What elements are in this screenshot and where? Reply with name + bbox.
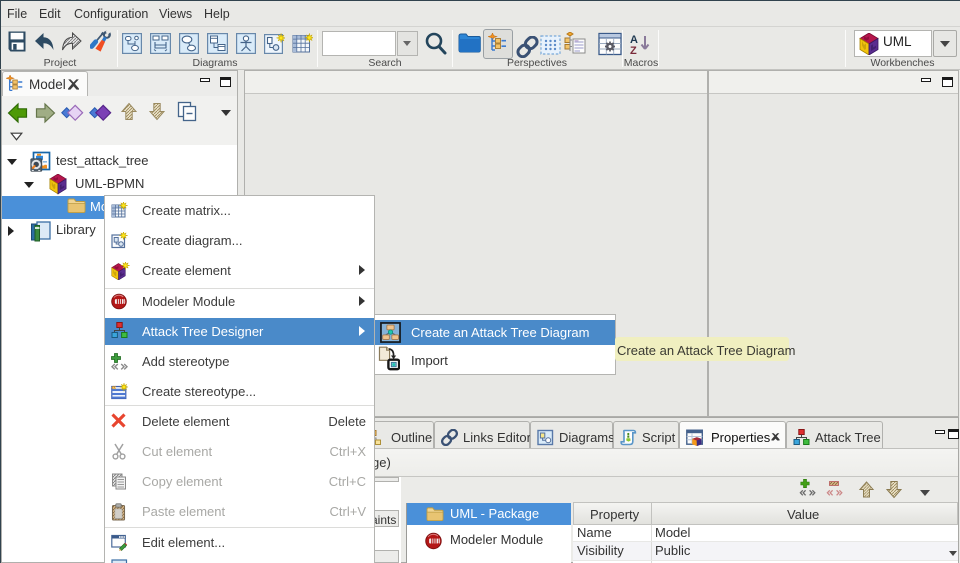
svg-text:Z: Z — [630, 45, 637, 56]
